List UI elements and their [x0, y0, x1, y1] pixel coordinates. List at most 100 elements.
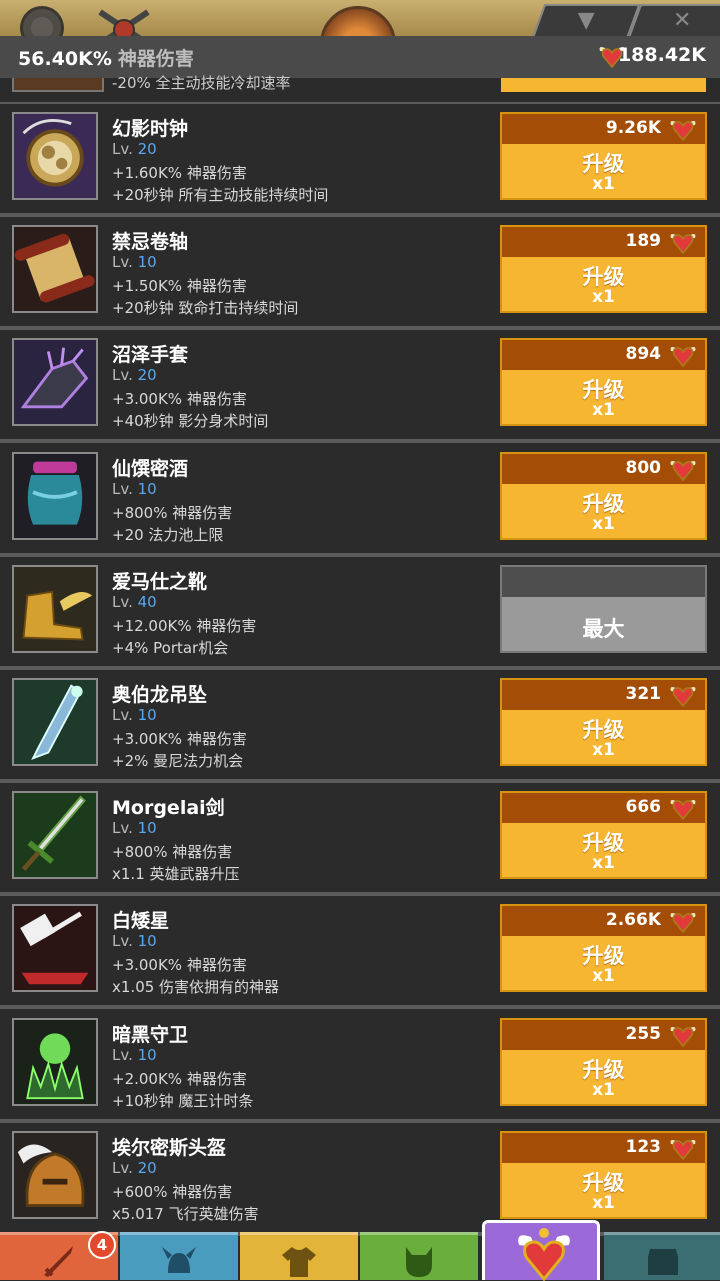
artifact-effect-primary: +3.00K% 神器伤害 [112, 956, 247, 975]
level-value: 10 [137, 706, 157, 724]
upgrade-button[interactable]: 255 升级 x1 [500, 1017, 707, 1106]
artifact-icon[interactable] [12, 1017, 98, 1106]
notification-badge: 4 [88, 1231, 116, 1259]
artifact-effect-primary: +800% 神器伤害 [112, 503, 233, 522]
level-value: 10 [137, 1045, 157, 1064]
upgrade-multiplier: x1 [592, 287, 615, 308]
upgrade-button[interactable]: 894 升级 x1 [500, 338, 707, 427]
artifact-row: 沼泽手套 Lv. 20 +3.00K% 神器伤害 +40秒钟 影分身术时间 894 升级 x… [0, 330, 720, 444]
winged-heart-icon [518, 1228, 570, 1281]
upgrade-multiplier: x1 [592, 853, 615, 874]
level-value: 10 [137, 819, 157, 838]
upgrade-cost: 255 [625, 1023, 662, 1044]
upgrade-button[interactable]: 2.66K 升级 x1 [500, 904, 707, 993]
artifact-level: Lv. 10 [112, 480, 157, 498]
level-value: 10 [137, 253, 157, 272]
artifact-name: 幻影时钟 [112, 118, 189, 140]
level-value: 40 [137, 592, 157, 611]
artifact-effect-primary: +2.00K% 神器伤害 [112, 1069, 247, 1088]
upgrade-button[interactable]: 189 升级 x1 [500, 225, 707, 314]
artifact-name: 仙馔密酒 [112, 457, 189, 480]
header-bar: 56.40K% 神器伤害 188.42K [0, 36, 720, 80]
artifact-icon[interactable] [12, 112, 98, 200]
artifact-effect-primary: +3.00K% 神器伤害 [112, 390, 247, 409]
upgrade-cost: 9.26K [605, 118, 661, 138]
bottom-nav: 4 [0, 1220, 720, 1281]
artifact-effect-secondary: x1.1 英雄武器升压 [112, 865, 240, 884]
upgrade-button[interactable]: 666 升级 x1 [500, 791, 707, 880]
winged-heart-icon [670, 121, 696, 141]
artifact-row: 幻影时钟 Lv. 20 +1.60K% 神器伤害 +20秒钟 所有主动技能持续时间 9.… [0, 104, 720, 217]
partial-artifact-icon [12, 78, 104, 92]
artifact-name: 暗黑守卫 [112, 1023, 189, 1046]
level-label: Lv. [112, 706, 133, 724]
artifact-level: Lv. 10 [112, 706, 157, 724]
level-value: 20 [137, 140, 157, 158]
artifact-effect-secondary: x5.017 飞行英雄伤害 [112, 1204, 259, 1223]
artifact-icon[interactable] [12, 791, 98, 880]
pet-icon [406, 1247, 432, 1277]
upgrade-cost: 894 [625, 344, 662, 365]
artifact-effect-primary: +1.60K% 神器伤害 [112, 164, 247, 182]
artifact-effect-secondary: +10秒钟 魔王计时条 [112, 1091, 254, 1110]
chevron-down-icon: ▼ [577, 8, 595, 33]
artifact-level: Lv. 20 [112, 366, 157, 384]
level-label: Lv. [112, 592, 133, 611]
upgrade-multiplier: x1 [592, 1079, 615, 1100]
upgrade-button[interactable]: 800 升级 x1 [500, 451, 707, 540]
winged-heart-icon [670, 347, 696, 368]
artifact-row: 奥伯龙吊坠 Lv. 10 +3.00K% 神器伤害 +2% 曼尼法力机会 321 升级 x1 [0, 670, 720, 783]
artifact-icon[interactable] [12, 678, 98, 766]
gear-icon[interactable] [20, 6, 64, 36]
artifact-effect-secondary: +20 法力池上限 [112, 525, 224, 544]
level-label: Lv. [112, 819, 133, 838]
level-label: Lv. [112, 1158, 133, 1177]
upgrade-cost: 123 [625, 1136, 662, 1157]
pets-tab[interactable] [360, 1232, 478, 1280]
heroes-tab[interactable] [120, 1232, 238, 1280]
shop-tab[interactable] [604, 1232, 720, 1280]
artifact-effect-secondary: +2% 曼尼法力机会 [112, 752, 244, 770]
artifact-effect-primary: +800% 神器伤害 [112, 843, 233, 862]
equipment-tab[interactable] [240, 1232, 358, 1280]
artifact-effect-secondary: +20秒钟 致命打击持续时间 [112, 299, 299, 318]
crossed-swords-icon[interactable] [94, 8, 154, 36]
level-value: 10 [137, 932, 157, 951]
artifact-row: 爱马仕之靴 Lv. 40 +12.00K% 神器伤害 +4% Portar机会 最大 [0, 556, 720, 670]
cost-bar: 123 [502, 1132, 705, 1163]
close-button[interactable]: ✕ [628, 4, 720, 36]
artifacts-tab[interactable] [482, 1220, 600, 1281]
artifact-icon[interactable] [12, 225, 98, 314]
artifact-level: Lv. 20 [112, 140, 157, 158]
artifact-name: 埃尔密斯头盔 [112, 1136, 227, 1159]
cost-bar: 800 [502, 453, 705, 484]
sword-tab[interactable]: 4 [0, 1231, 118, 1280]
upgrade-button[interactable]: 9.26K 升级 x1 [500, 112, 707, 200]
artifact-effect-secondary: +40秒钟 影分身术时间 [112, 412, 269, 431]
orb-icon [320, 6, 396, 36]
level-value: 10 [137, 479, 157, 498]
artifact-icon[interactable] [12, 1130, 98, 1219]
level-label: Lv. [112, 140, 133, 158]
artifact-icon[interactable] [12, 451, 98, 540]
artifact-icon[interactable] [12, 338, 98, 427]
partial-upgrade-button[interactable] [501, 78, 706, 92]
cost-bar: 321 [502, 680, 705, 710]
artifact-name: Morgelai剑 [112, 797, 225, 820]
artifact-effect-secondary: +20秒钟 所有主动技能持续时间 [112, 186, 329, 204]
level-label: Lv. [112, 1045, 133, 1064]
collapse-button[interactable]: ▼ [532, 4, 641, 36]
winged-boots-icon [14, 566, 96, 651]
upgrade-button[interactable]: 123 升级 x1 [500, 1130, 707, 1219]
artifact-icon[interactable] [12, 564, 98, 653]
upgrade-cost: 666 [625, 797, 662, 818]
clock-icon [14, 114, 96, 198]
artifact-name: 禁忌卷轴 [112, 231, 189, 254]
cost-bar [502, 566, 705, 597]
jar-icon [14, 453, 96, 538]
artifact-icon[interactable] [12, 904, 98, 993]
winged-heart-icon [670, 1026, 696, 1047]
upgrade-button[interactable]: 321 升级 x1 [500, 678, 707, 766]
winged-heart-icon [670, 687, 696, 707]
level-value: 20 [137, 366, 157, 385]
